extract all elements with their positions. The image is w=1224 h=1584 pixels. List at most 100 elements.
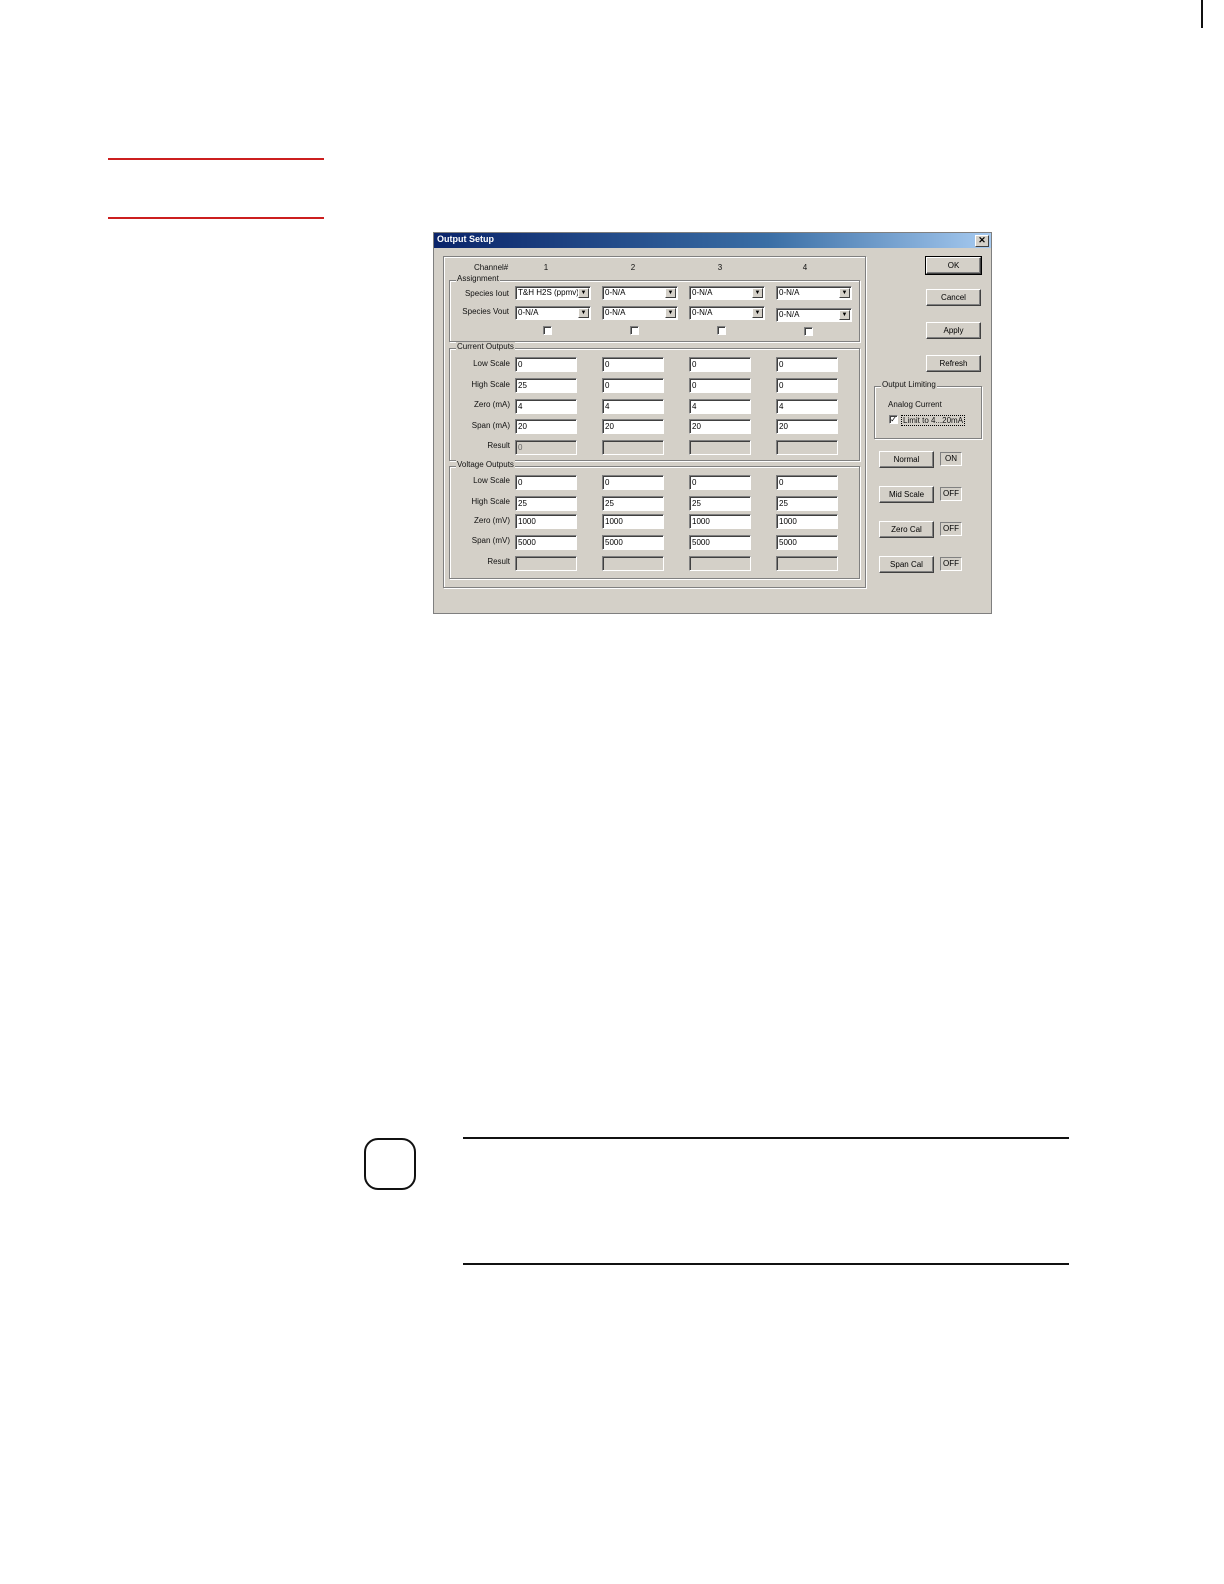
assignment-checkbox-2[interactable] xyxy=(630,326,639,335)
voltage-low-scale-1[interactable]: 0 xyxy=(515,475,577,490)
current-high-scale-4[interactable]: 0 xyxy=(776,378,838,393)
current-low-scale-3[interactable]: 0 xyxy=(689,357,751,372)
voltage-zero-4[interactable]: 1000 xyxy=(776,514,838,529)
current-high-scale-label: High Scale xyxy=(471,380,510,389)
voltage-high-scale-label: High Scale xyxy=(471,497,510,506)
assignment-checkbox-1[interactable] xyxy=(543,326,552,335)
chevron-down-icon[interactable]: ▼ xyxy=(665,288,676,298)
refresh-button[interactable]: Refresh xyxy=(926,355,981,372)
species-vout-select-3[interactable]: 0-N/A ▼ xyxy=(689,306,765,320)
voltage-high-scale-4[interactable]: 25 xyxy=(776,496,838,511)
species-iout-value: 0-N/A xyxy=(779,288,800,297)
page-edge-line xyxy=(1201,0,1203,28)
species-iout-select-2[interactable]: 0-N/A ▼ xyxy=(602,286,678,300)
voltage-zero-label: Zero (mV) xyxy=(474,516,510,525)
voltage-zero-2[interactable]: 1000 xyxy=(602,514,664,529)
current-zero-label: Zero (mA) xyxy=(474,400,510,409)
current-high-scale-1[interactable]: 25 xyxy=(515,378,577,393)
red-rule-bottom xyxy=(108,217,324,219)
current-zero-4[interactable]: 4 xyxy=(776,399,838,414)
voltage-result-4 xyxy=(776,556,838,571)
assignment-checkbox-4[interactable] xyxy=(804,327,813,336)
current-high-scale-2[interactable]: 0 xyxy=(602,378,664,393)
species-vout-select-4[interactable]: 0-N/A ▼ xyxy=(776,308,852,322)
span-cal-state: OFF xyxy=(940,557,962,571)
cancel-button[interactable]: Cancel xyxy=(926,289,981,306)
current-zero-3[interactable]: 4 xyxy=(689,399,751,414)
mid-scale-state: OFF xyxy=(940,487,962,501)
normal-state: ON xyxy=(940,452,962,466)
current-span-4[interactable]: 20 xyxy=(776,419,838,434)
note-rule-bottom xyxy=(463,1263,1069,1265)
species-vout-label: Species Vout xyxy=(462,307,509,316)
voltage-span-1[interactable]: 5000 xyxy=(515,535,577,550)
current-result-4 xyxy=(776,440,838,455)
species-iout-value: T&H H2S (ppmv) xyxy=(518,288,579,297)
species-iout-select-3[interactable]: 0-N/A ▼ xyxy=(689,286,765,300)
chevron-down-icon[interactable]: ▼ xyxy=(752,308,763,318)
current-low-scale-2[interactable]: 0 xyxy=(602,357,664,372)
species-vout-select-1[interactable]: 0-N/A ▼ xyxy=(515,306,591,320)
voltage-high-scale-2[interactable]: 25 xyxy=(602,496,664,511)
voltage-high-scale-3[interactable]: 25 xyxy=(689,496,751,511)
voltage-zero-3[interactable]: 1000 xyxy=(689,514,751,529)
assignment-checkbox-3[interactable] xyxy=(717,326,726,335)
species-iout-select-4[interactable]: 0-N/A ▼ xyxy=(776,286,852,300)
species-iout-select-1[interactable]: T&H H2S (ppmv) ▼ xyxy=(515,286,591,300)
voltage-span-4[interactable]: 5000 xyxy=(776,535,838,550)
species-vout-value: 0-N/A xyxy=(605,308,626,317)
mid-scale-button[interactable]: Mid Scale xyxy=(879,486,934,503)
current-result-3 xyxy=(689,440,751,455)
channel-header: Channel# xyxy=(474,263,509,272)
chevron-down-icon[interactable]: ▼ xyxy=(839,288,850,298)
current-low-scale-1[interactable]: 0 xyxy=(515,357,577,372)
current-span-3[interactable]: 20 xyxy=(689,419,751,434)
dialog-titlebar[interactable]: Output Setup ✕ xyxy=(434,233,991,248)
current-zero-2[interactable]: 4 xyxy=(602,399,664,414)
limit-checkbox[interactable]: ✓ xyxy=(889,415,898,424)
voltage-span-2[interactable]: 5000 xyxy=(602,535,664,550)
channel-3-header: 3 xyxy=(717,263,723,272)
current-low-scale-4[interactable]: 0 xyxy=(776,357,838,372)
species-vout-select-2[interactable]: 0-N/A ▼ xyxy=(602,306,678,320)
note-rule-top xyxy=(463,1137,1069,1139)
output-setup-dialog: Output Setup ✕ Channel# 1 2 3 4 Assignme… xyxy=(433,232,992,614)
red-rule-top xyxy=(108,158,324,160)
current-result-2 xyxy=(602,440,664,455)
voltage-outputs-title: Voltage Outputs xyxy=(456,460,515,469)
chevron-down-icon[interactable]: ▼ xyxy=(839,310,850,320)
voltage-result-label: Result xyxy=(487,557,510,566)
voltage-low-scale-4[interactable]: 0 xyxy=(776,475,838,490)
ok-button[interactable]: OK xyxy=(925,256,982,275)
voltage-high-scale-1[interactable]: 25 xyxy=(515,496,577,511)
species-iout-label: Species Iout xyxy=(464,289,509,298)
channel-4-header: 4 xyxy=(802,263,808,272)
species-vout-value: 0-N/A xyxy=(692,308,713,317)
species-vout-value: 0-N/A xyxy=(518,308,539,317)
apply-button[interactable]: Apply xyxy=(926,322,981,339)
current-result-label: Result xyxy=(487,441,510,450)
species-vout-value: 0-N/A xyxy=(779,310,800,319)
zero-cal-button[interactable]: Zero Cal xyxy=(879,521,934,538)
current-zero-1[interactable]: 4 xyxy=(515,399,577,414)
chevron-down-icon[interactable]: ▼ xyxy=(578,308,589,318)
current-span-1[interactable]: 20 xyxy=(515,419,577,434)
channel-1-header: 1 xyxy=(543,263,549,272)
chevron-down-icon[interactable]: ▼ xyxy=(665,308,676,318)
output-limiting-title: Output Limiting xyxy=(881,380,937,389)
current-high-scale-3[interactable]: 0 xyxy=(689,378,751,393)
current-span-2[interactable]: 20 xyxy=(602,419,664,434)
voltage-span-label: Span (mV) xyxy=(471,536,510,545)
normal-button[interactable]: Normal xyxy=(879,451,934,468)
limit-label[interactable]: Limit to 4...20mA xyxy=(901,415,966,426)
voltage-low-scale-2[interactable]: 0 xyxy=(602,475,664,490)
voltage-span-3[interactable]: 5000 xyxy=(689,535,751,550)
voltage-zero-1[interactable]: 1000 xyxy=(515,514,577,529)
close-icon[interactable]: ✕ xyxy=(975,235,989,247)
output-limiting-group: Output Limiting xyxy=(874,380,982,439)
chevron-down-icon[interactable]: ▼ xyxy=(752,288,763,298)
span-cal-button[interactable]: Span Cal xyxy=(879,556,934,573)
voltage-low-scale-3[interactable]: 0 xyxy=(689,475,751,490)
chevron-down-icon[interactable]: ▼ xyxy=(578,288,589,298)
current-outputs-title: Current Outputs xyxy=(456,342,515,351)
